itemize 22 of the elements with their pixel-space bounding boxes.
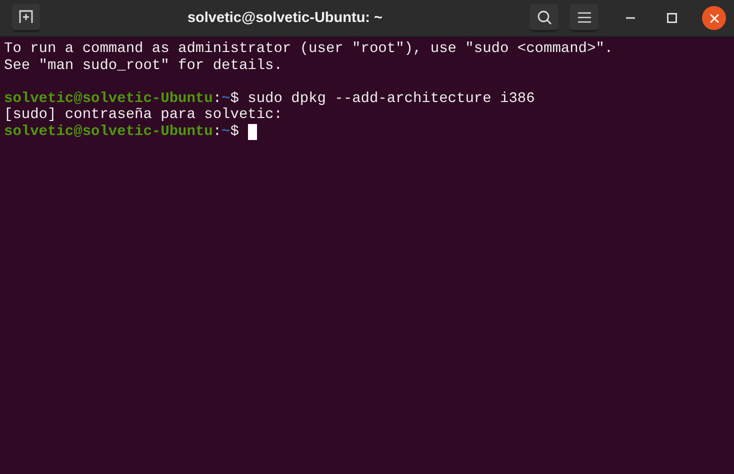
prompt-path: ~ — [222, 124, 230, 140]
terminal-text: : — [212, 124, 222, 140]
terminal-text: $ sudo dpkg --add-architecture i386 — [230, 90, 535, 107]
maximize-icon — [667, 13, 677, 23]
new-tab-icon — [19, 10, 33, 24]
prompt-user: solvetic@solvetic-Ubuntu — [4, 90, 213, 107]
terminal-text: $ — [230, 124, 239, 140]
menu-icon — [578, 12, 590, 22]
terminal-text: See "man sudo_root" for details. — [4, 58, 282, 74]
terminal-text: [sudo] contraseña para solvetic: — [4, 107, 282, 124]
new-tab-button[interactable] — [12, 4, 40, 32]
search-button[interactable] — [530, 4, 558, 32]
terminal-text: : — [212, 90, 222, 107]
prompt-path: ~ — [222, 90, 230, 107]
window-title: solvetic@solvetic-Ubuntu: ~ — [187, 10, 383, 26]
search-icon — [536, 10, 552, 24]
close-button[interactable] — [702, 6, 726, 30]
terminal-text: To run a command as administrator (user "root"), use "sudo <command>". — [4, 41, 614, 58]
prompt-user: solvetic@solvetic-Ubuntu — [4, 124, 213, 140]
menu-button[interactable] — [570, 4, 598, 32]
close-icon — [710, 14, 718, 22]
minimize-icon — [626, 17, 634, 19]
